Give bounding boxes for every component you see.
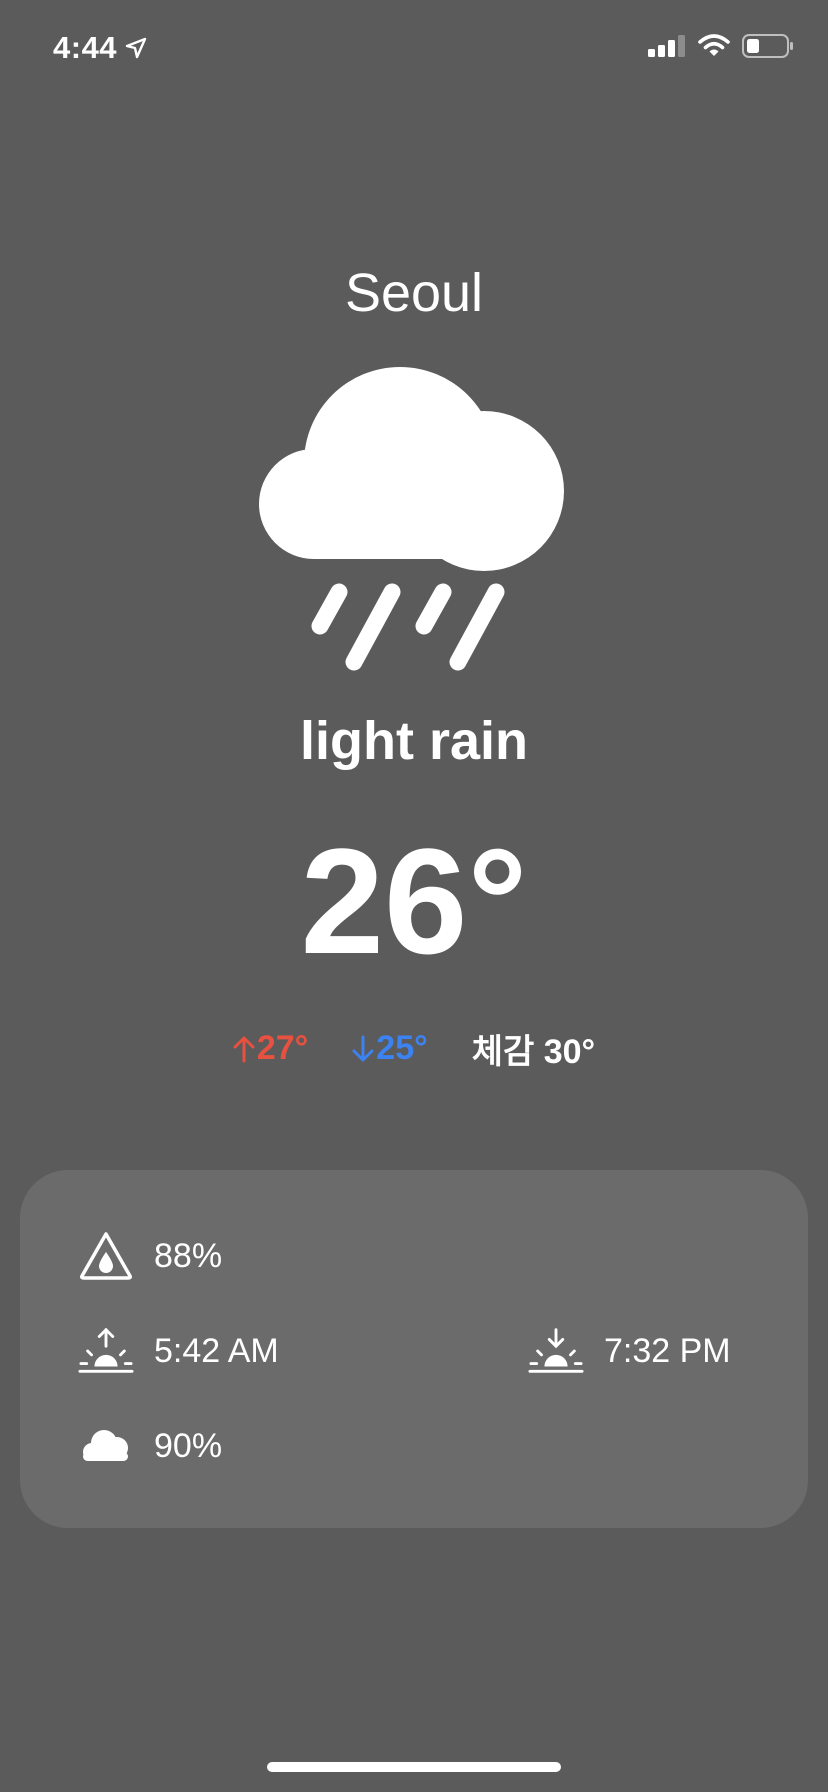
- humidity-drop-icon: [80, 1232, 132, 1280]
- sunset-value: 7:32 PM: [604, 1331, 731, 1370]
- sunrise-icon: [78, 1327, 134, 1373]
- status-time-text: 4:44: [53, 30, 118, 65]
- high-temperature: 27°: [233, 1029, 308, 1068]
- cloudiness-detail: 90%: [78, 1418, 222, 1474]
- weather-screen: 4:44 Seoul light rain 26° 27° 25° 체감 30°…: [0, 0, 828, 1792]
- status-bar-time: 4:44: [53, 30, 147, 66]
- sunrise-detail: 5:42 AM: [78, 1323, 279, 1379]
- wifi-icon: [698, 34, 730, 56]
- sunset-detail: 7:32 PM: [528, 1323, 731, 1379]
- high-temperature-value: 27°: [256, 1029, 309, 1067]
- low-temperature-value: 25°: [376, 1029, 428, 1067]
- arrow-up-icon: [233, 1036, 255, 1062]
- location-arrow-icon: [125, 37, 147, 59]
- humidity-value: 88%: [154, 1236, 223, 1275]
- low-temperature: 25°: [352, 1029, 428, 1068]
- cloud-icon: [83, 1430, 128, 1461]
- cloudiness-value: 90%: [154, 1426, 223, 1465]
- battery-icon: [742, 34, 793, 58]
- city-name: Seoul: [344, 263, 484, 323]
- cellular-signal-icon: [648, 35, 685, 57]
- weather-details-card: 88% 5:42 AM 7:32 PM 90%: [20, 1170, 808, 1528]
- sunset-icon: [528, 1328, 584, 1373]
- cloud-rain-icon: [259, 367, 564, 671]
- home-indicator[interactable]: [267, 1762, 561, 1772]
- sunrise-value: 5:42 AM: [154, 1331, 279, 1370]
- current-temperature: 26°: [300, 817, 528, 985]
- humidity-detail: 88%: [78, 1228, 222, 1284]
- status-bar-right: [648, 34, 794, 58]
- temperature-range: 27° 25° 체감 30°: [0, 1024, 828, 1073]
- weather-condition: light rain: [300, 711, 528, 771]
- feels-like-temperature: 체감 30°: [471, 1033, 596, 1071]
- arrow-down-icon: [352, 1035, 374, 1061]
